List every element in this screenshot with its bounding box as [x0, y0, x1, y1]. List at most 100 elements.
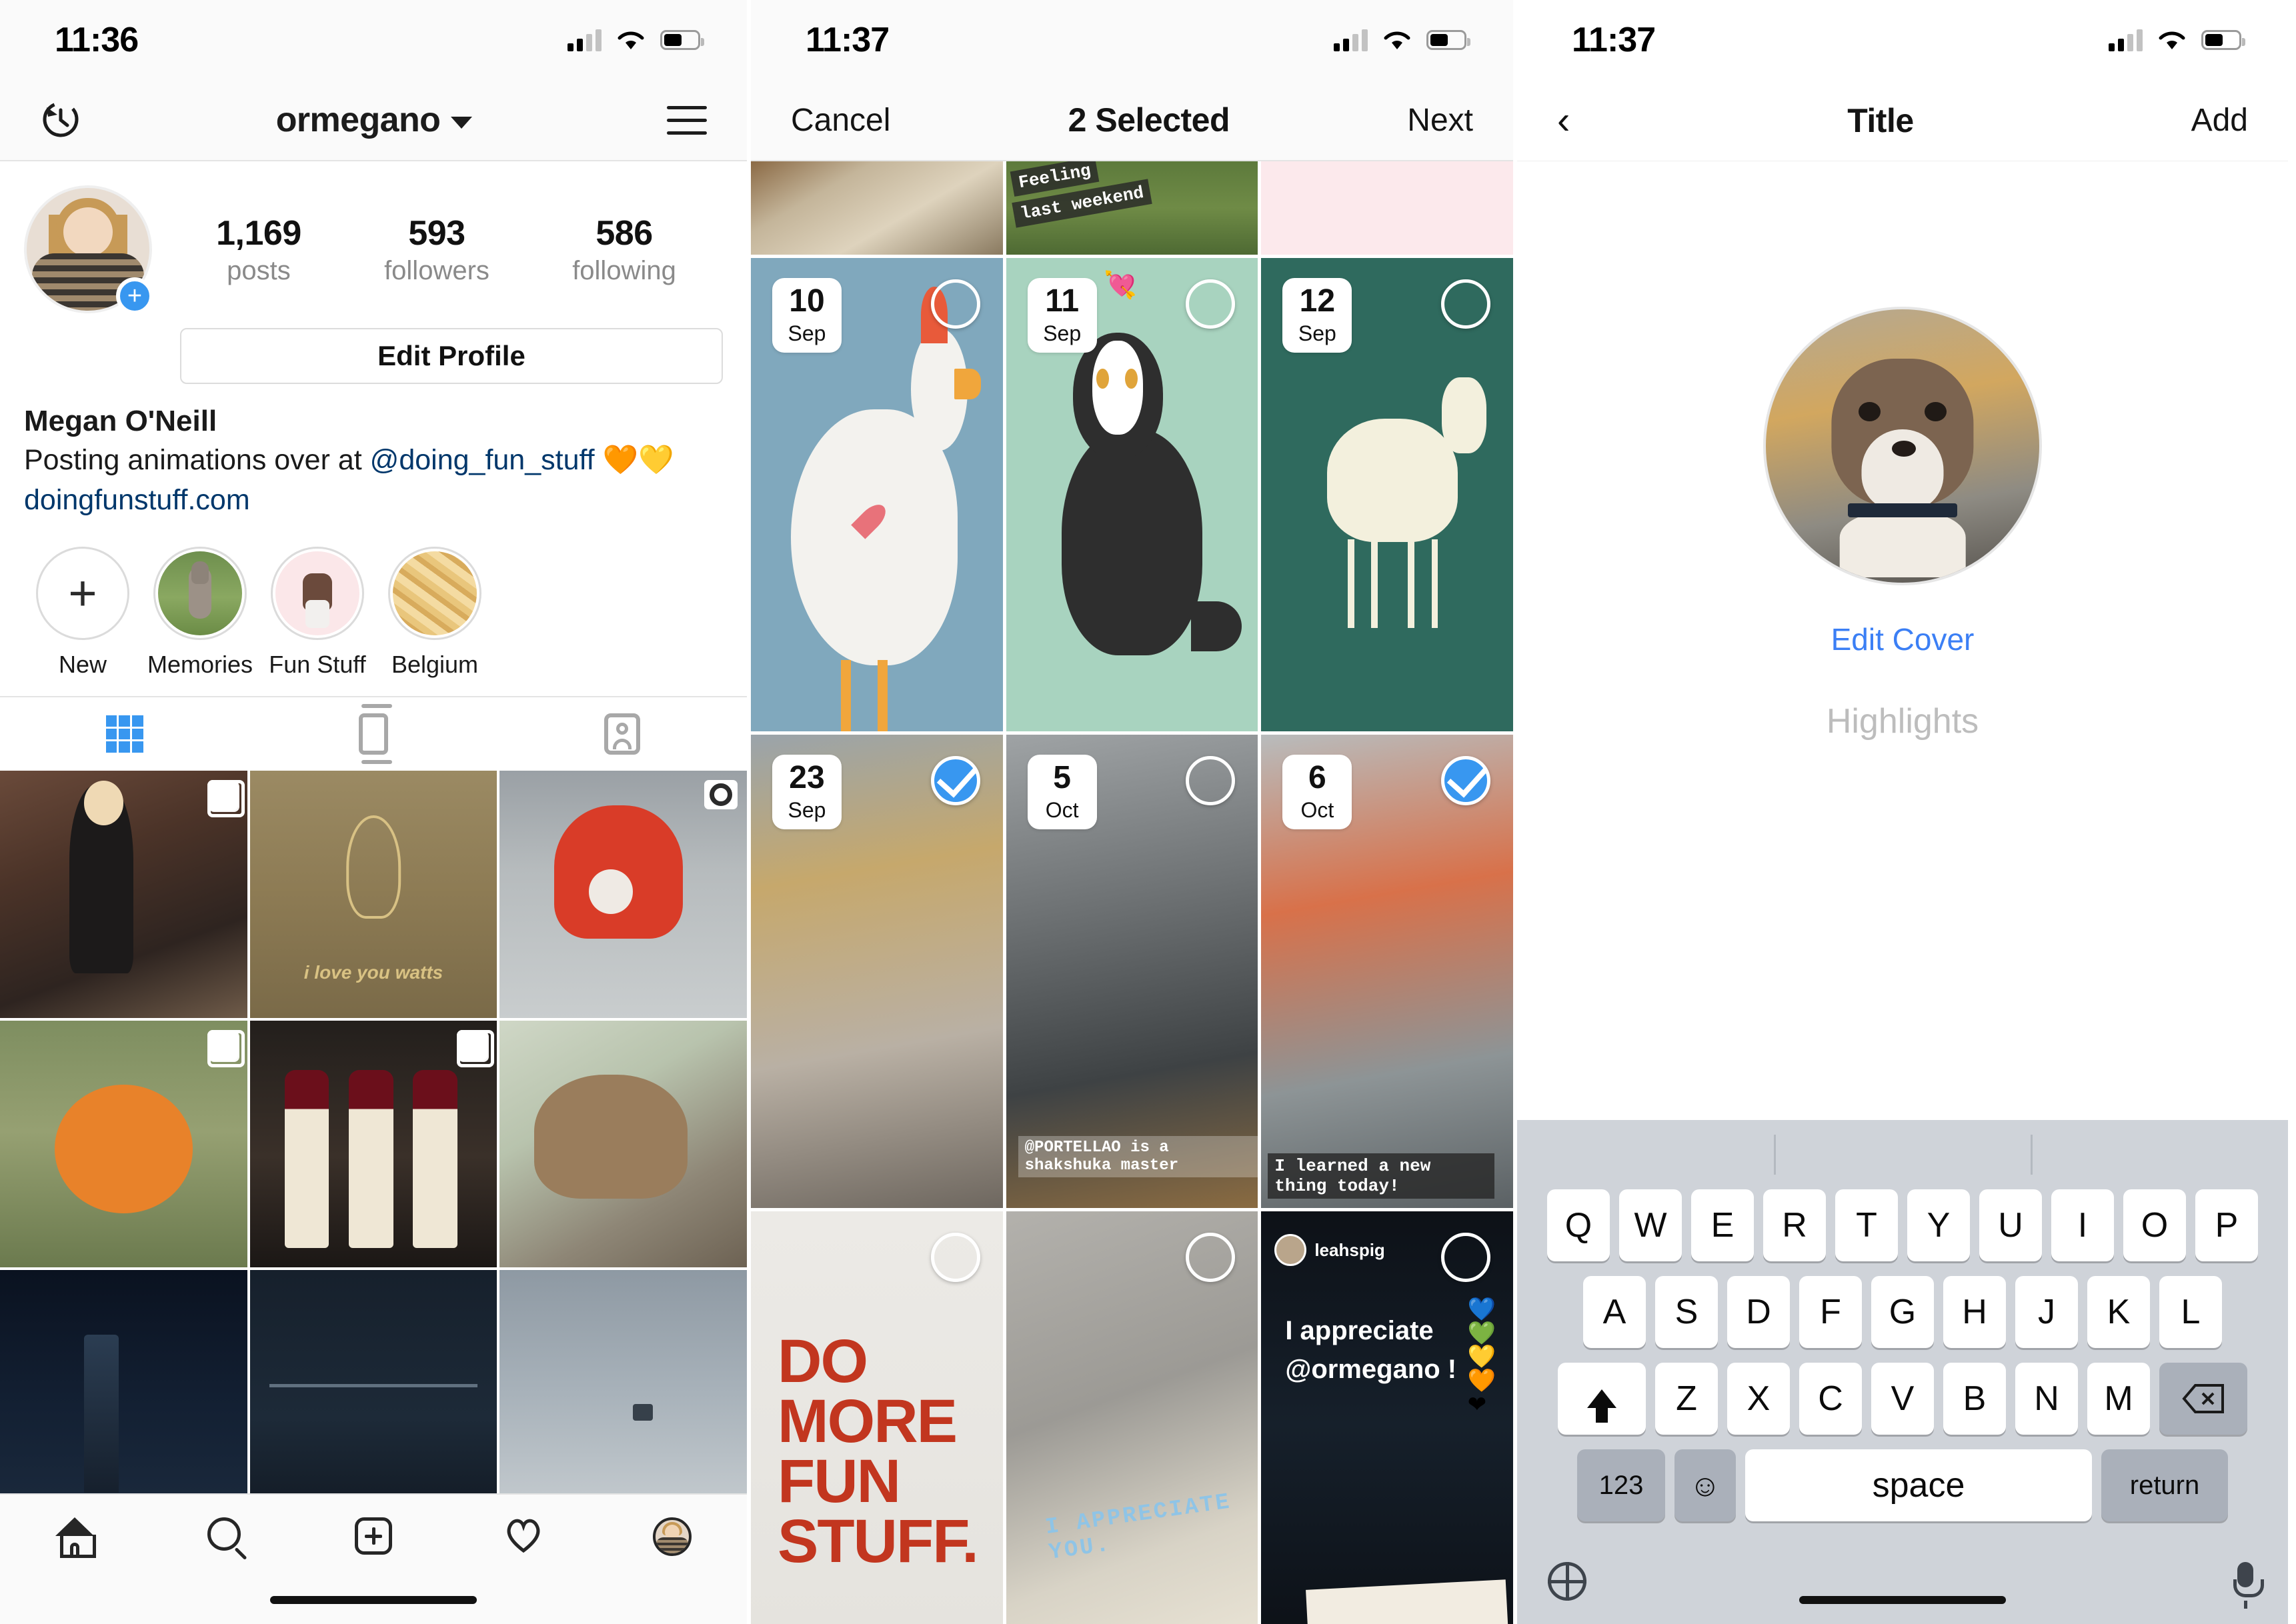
add-story-icon[interactable]: +	[116, 277, 153, 315]
hamburger-icon[interactable]	[666, 105, 707, 135]
table-row[interactable]	[499, 1020, 747, 1268]
key-w[interactable]: W	[1619, 1189, 1682, 1261]
highlight-cover-image[interactable]	[1763, 307, 2042, 585]
select-checkbox[interactable]	[930, 1233, 980, 1282]
tagged-person-icon	[604, 713, 641, 755]
key-b[interactable]: B	[1943, 1363, 2006, 1435]
select-checkbox[interactable]	[1186, 756, 1236, 805]
create-tab[interactable]	[299, 1517, 448, 1555]
backspace-key[interactable]	[2159, 1363, 2247, 1435]
key-d[interactable]: D	[1727, 1276, 1790, 1348]
stat-followers[interactable]: 593 followers	[384, 213, 489, 286]
table-row[interactable]	[0, 1020, 247, 1268]
tab-grid[interactable]	[0, 697, 249, 771]
table-row[interactable]	[0, 1270, 247, 1518]
key-n[interactable]: N	[2015, 1363, 2078, 1435]
highlight-new[interactable]: + New	[24, 547, 141, 679]
tab-igtv[interactable]	[249, 697, 497, 771]
highlight-belgium[interactable]: Belgium	[376, 547, 493, 679]
key-m[interactable]: M	[2087, 1363, 2150, 1435]
next-button[interactable]: Next	[1407, 102, 1473, 139]
key-l[interactable]: L	[2159, 1276, 2222, 1348]
return-key[interactable]: return	[2101, 1449, 2228, 1521]
predictive-bar[interactable]	[1517, 1120, 2288, 1189]
key-i[interactable]: I	[2051, 1189, 2114, 1261]
globe-icon[interactable]	[1548, 1562, 1586, 1601]
key-z[interactable]: Z	[1655, 1363, 1718, 1435]
key-q[interactable]: Q	[1547, 1189, 1610, 1261]
table-row[interactable]	[499, 771, 747, 1018]
key-h[interactable]: H	[1943, 1276, 2006, 1348]
cancel-button[interactable]: Cancel	[791, 102, 890, 139]
story-thumb[interactable]: 11 Sep 💘	[1006, 258, 1258, 731]
microphone-icon[interactable]	[2233, 1562, 2264, 1609]
story-thumb[interactable]: Feeling last weekend	[1006, 161, 1258, 255]
key-y[interactable]: Y	[1907, 1189, 1970, 1261]
select-checkbox[interactable]	[930, 279, 980, 329]
edit-profile-button[interactable]: Edit Profile	[180, 328, 723, 384]
table-row[interactable]	[0, 771, 247, 1018]
status-icons	[567, 29, 704, 51]
story-thumb[interactable]: 23 Sep	[751, 735, 1003, 1208]
key-x[interactable]: X	[1727, 1363, 1790, 1435]
bio-mention-link[interactable]: @doing_fun_stuff	[370, 444, 595, 476]
story-thumb[interactable]	[1261, 161, 1513, 255]
table-row[interactable]	[249, 1020, 497, 1268]
story-thumb[interactable]: 10 Sep	[751, 258, 1003, 731]
search-tab[interactable]	[149, 1517, 299, 1551]
history-icon[interactable]	[40, 98, 81, 143]
story-thumb[interactable]: 6 Oct I learned a new thing today!	[1261, 735, 1513, 1208]
highlight-memories[interactable]: Memories	[141, 547, 259, 679]
cover-section: Edit Cover Highlights	[1517, 161, 2288, 961]
key-o[interactable]: O	[2123, 1189, 2186, 1261]
highlight-fun-stuff[interactable]: Fun Stuff	[259, 547, 376, 679]
profile-tab[interactable]	[598, 1517, 747, 1556]
select-checkbox[interactable]	[1440, 756, 1490, 805]
key-j[interactable]: J	[2015, 1276, 2078, 1348]
select-checkbox[interactable]	[1440, 279, 1490, 329]
key-r[interactable]: R	[1763, 1189, 1826, 1261]
story-thumb[interactable]: leahspig I appreciate @ormegano ! 💙 💚 💛 🧡 ❤	[1261, 1211, 1513, 1624]
table-row[interactable]	[249, 1270, 497, 1518]
key-e[interactable]: E	[1691, 1189, 1754, 1261]
story-thumb[interactable]: 5 Oct @PORTELLAO is a shakshuka master	[1006, 735, 1258, 1208]
stat-posts[interactable]: 1,169 posts	[216, 213, 301, 286]
status-time: 11:37	[806, 21, 890, 59]
edit-cover-button[interactable]: Edit Cover	[1517, 621, 2288, 657]
activity-tab[interactable]	[448, 1517, 598, 1553]
tab-tagged[interactable]	[498, 697, 747, 771]
title-input[interactable]: Highlights	[1517, 701, 2288, 741]
back-chevron-icon[interactable]: ‹	[1557, 101, 1570, 140]
select-checkbox[interactable]	[1186, 279, 1236, 329]
table-row[interactable]: i love you watts	[249, 771, 497, 1018]
key-v[interactable]: V	[1871, 1363, 1934, 1435]
key-s[interactable]: S	[1655, 1276, 1718, 1348]
key-p[interactable]: P	[2195, 1189, 2258, 1261]
bio-website-link[interactable]: doingfunstuff.com	[24, 481, 723, 520]
key-t[interactable]: T	[1835, 1189, 1898, 1261]
story-thumb[interactable]: I APPRECIATE YOU.	[1006, 1211, 1258, 1624]
select-checkbox[interactable]	[930, 756, 980, 805]
key-c[interactable]: C	[1799, 1363, 1862, 1435]
key-f[interactable]: F	[1799, 1276, 1862, 1348]
shift-key[interactable]	[1558, 1363, 1646, 1435]
username-dropdown[interactable]: ormegano	[276, 100, 473, 140]
key-g[interactable]: G	[1871, 1276, 1934, 1348]
emoji-key[interactable]: ☺	[1674, 1449, 1736, 1521]
home-indicator	[270, 1596, 477, 1604]
story-thumb[interactable]	[751, 161, 1003, 255]
home-tab[interactable]	[0, 1517, 149, 1558]
stat-following[interactable]: 586 following	[572, 213, 676, 286]
space-key[interactable]: space	[1745, 1449, 2092, 1521]
key-u[interactable]: U	[1979, 1189, 2042, 1261]
story-thumb[interactable]: 12 Sep	[1261, 258, 1513, 731]
key-a[interactable]: A	[1583, 1276, 1646, 1348]
profile-avatar[interactable]: +	[24, 185, 153, 315]
table-row[interactable]	[499, 1270, 747, 1518]
numbers-key[interactable]: 123	[1577, 1449, 1665, 1521]
select-checkbox[interactable]	[1186, 1233, 1236, 1282]
key-k[interactable]: K	[2087, 1276, 2150, 1348]
select-checkbox[interactable]	[1440, 1233, 1490, 1282]
add-button[interactable]: Add	[2191, 102, 2248, 139]
story-thumb[interactable]: DO MORE FUN STUFF.	[751, 1211, 1003, 1624]
